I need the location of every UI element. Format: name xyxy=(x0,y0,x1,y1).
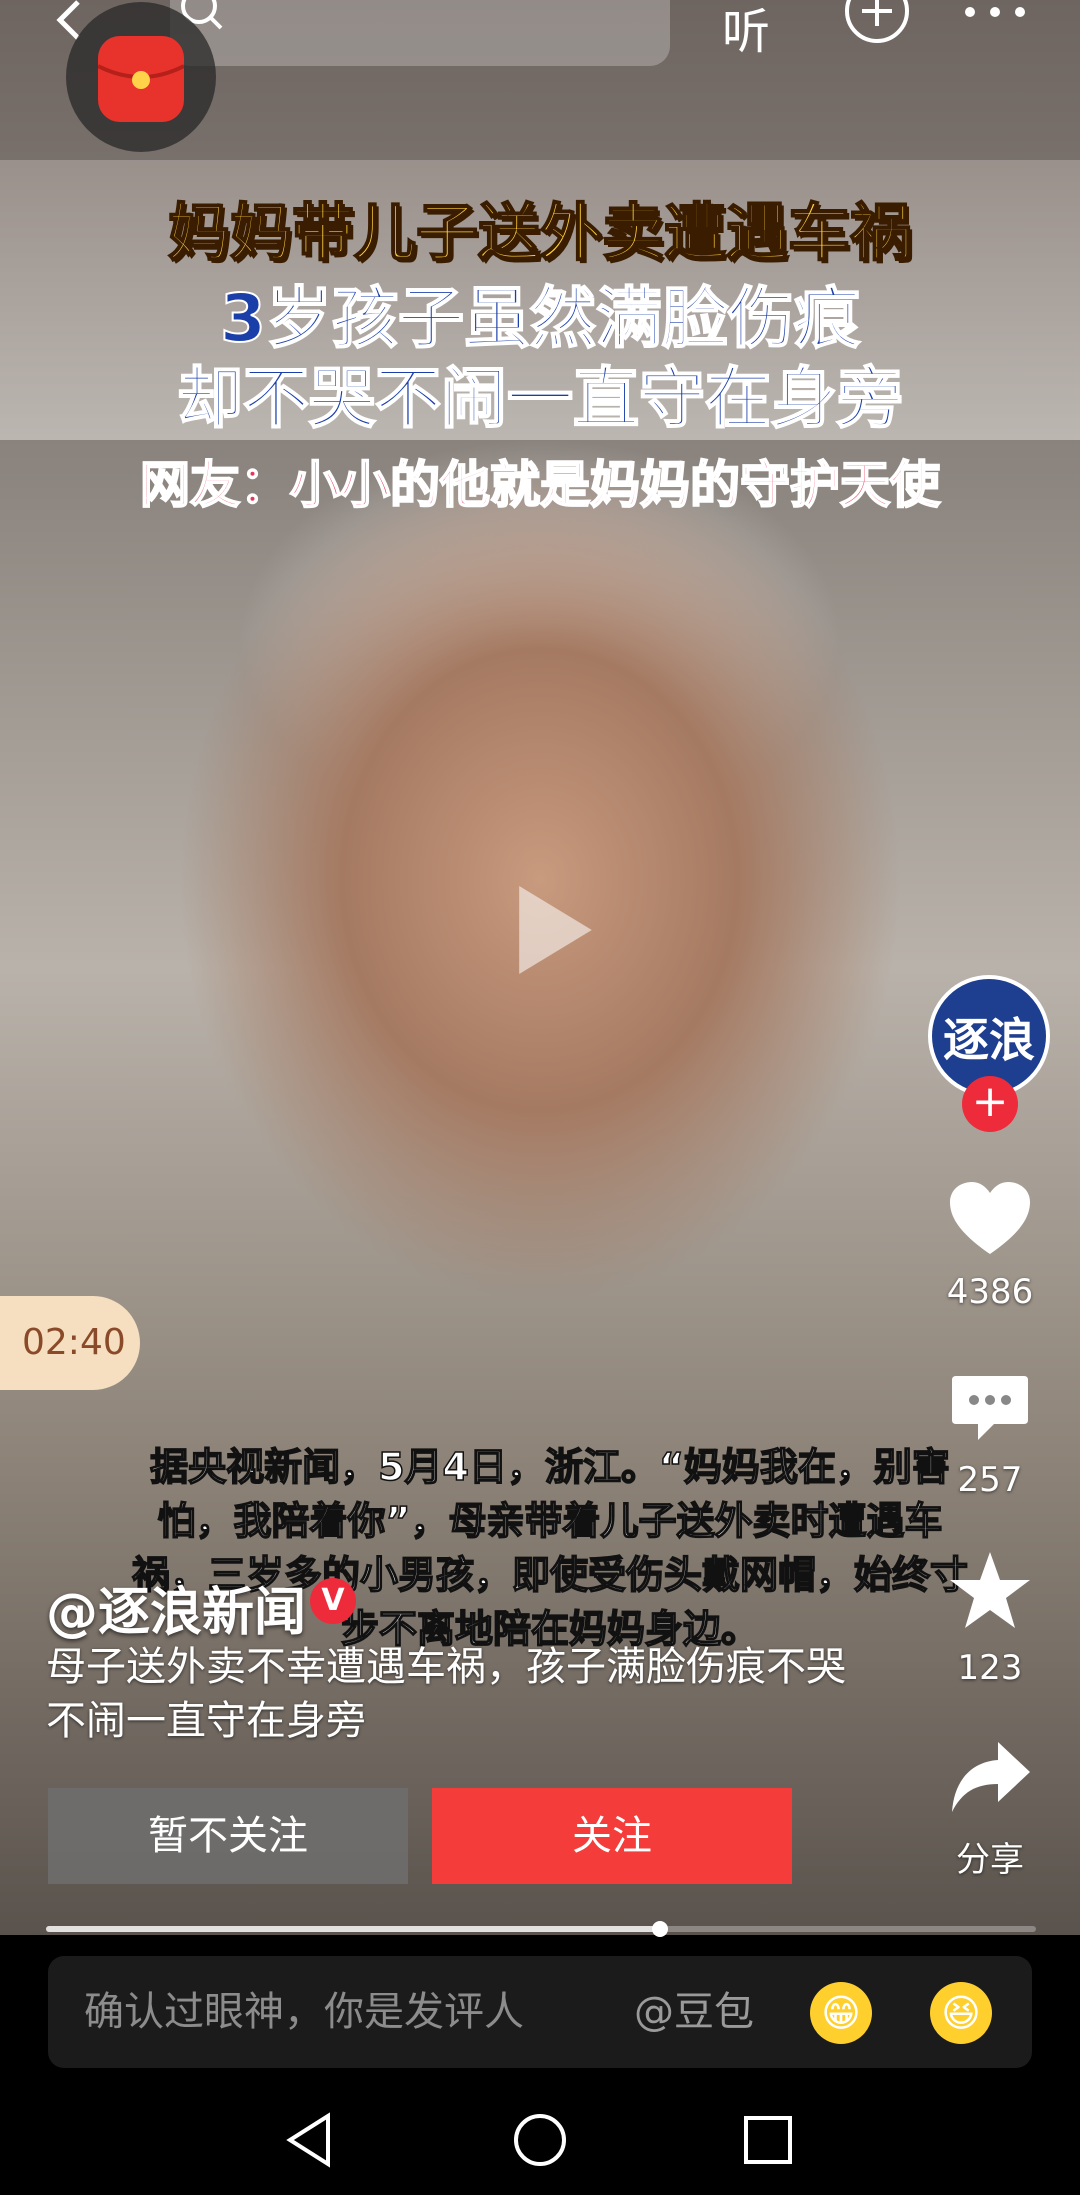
caption-line-4: 网友：小小的他就是妈妈的守护天使 xyxy=(139,455,941,515)
system-nav-bar xyxy=(0,2080,1080,2195)
verified-badge-icon: V xyxy=(310,1578,356,1624)
nav-recents-icon[interactable] xyxy=(738,2110,798,2170)
heart-icon[interactable] xyxy=(948,1178,1032,1262)
play-icon[interactable] xyxy=(495,875,605,985)
like-count: 4386 xyxy=(946,1272,1034,1312)
favorite-count: 123 xyxy=(957,1648,1023,1688)
comment-input[interactable]: 确认过眼神，你是发评人 @豆包 😁 😆 xyxy=(48,1956,1032,2068)
mention-button[interactable]: @豆包 xyxy=(634,1956,754,2068)
emoji-laugh-icon[interactable]: 😆 xyxy=(930,1982,992,2044)
red-packet-icon xyxy=(97,36,185,122)
nav-back-icon[interactable] xyxy=(280,2110,340,2170)
more-icon[interactable] xyxy=(960,0,1030,30)
caption-line-3: 却不哭不闹一直守在身旁 xyxy=(176,359,904,438)
avatar-follow-button[interactable]: + xyxy=(962,1076,1018,1132)
nav-home-icon[interactable] xyxy=(510,2110,570,2170)
post-description: 母子送外卖不幸遭遇车祸，孩子满脸伤痕不哭不闹一直守在身旁 xyxy=(46,1644,846,1744)
countdown-timer[interactable]: 02:40 xyxy=(0,1296,140,1390)
share-icon[interactable] xyxy=(948,1736,1032,1820)
comment-placeholder: 确认过眼神，你是发评人 xyxy=(84,1989,524,2035)
follow-button[interactable]: 关注 xyxy=(432,1788,792,1884)
star-icon[interactable] xyxy=(948,1548,1032,1632)
share-label: 分享 xyxy=(956,1840,1024,1880)
listen-button[interactable]: 听 xyxy=(722,0,770,62)
emoji-grin-icon[interactable]: 😁 xyxy=(810,1982,872,2044)
comment-icon[interactable] xyxy=(948,1368,1032,1452)
progress-fill xyxy=(46,1926,660,1932)
caption-line-1: 妈妈带儿子送外卖遭遇车祸 xyxy=(167,195,913,270)
progress-handle[interactable] xyxy=(651,1921,668,1937)
plus-circle-icon[interactable] xyxy=(842,0,912,46)
comment-count: 257 xyxy=(957,1460,1023,1500)
video-progress-bar[interactable] xyxy=(46,1921,1036,1937)
search-input[interactable] xyxy=(170,0,670,66)
author-name[interactable]: @逐浪新闻 xyxy=(46,1570,306,1645)
not-now-button[interactable]: 暂不关注 xyxy=(48,1788,408,1884)
red-packet-button[interactable] xyxy=(66,2,216,152)
